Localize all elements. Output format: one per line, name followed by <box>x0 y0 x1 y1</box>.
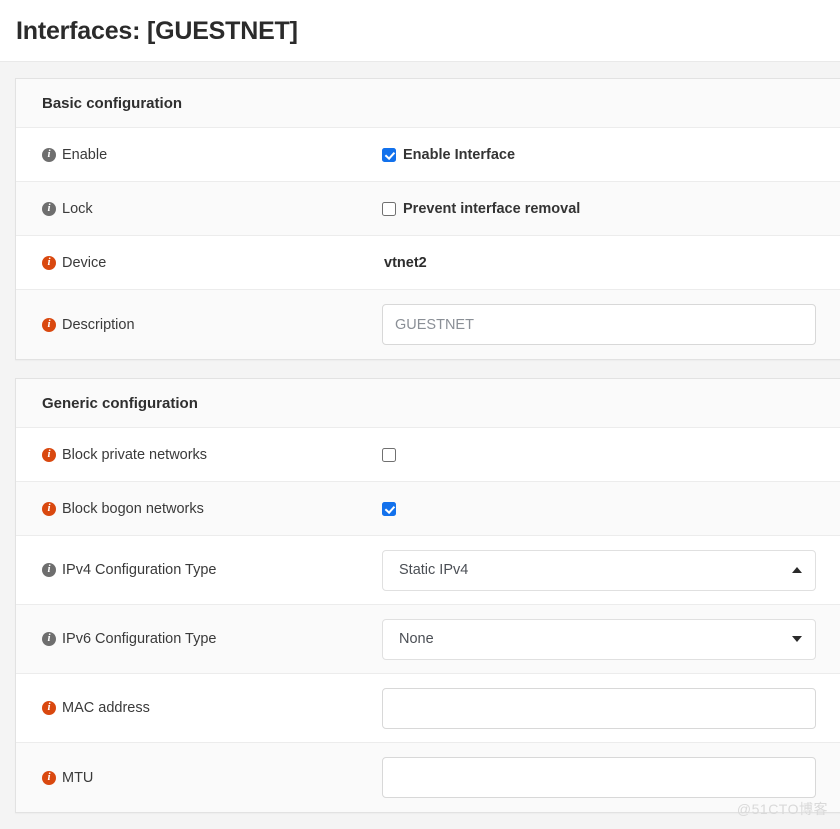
block-bogon-networks-checkbox[interactable] <box>382 501 396 516</box>
row-block-private-label-cell: i Block private networks <box>16 447 382 463</box>
ipv4-configuration-type-select[interactable]: Static IPv4 <box>382 549 816 591</box>
row-lock: i Lock Prevent interface removal <box>16 182 840 236</box>
device-value: vtnet2 <box>384 254 427 271</box>
ipv6-configuration-type-value: None <box>399 631 434 647</box>
row-ipv6-field: None <box>382 618 840 660</box>
row-ipv4-field: Static IPv4 <box>382 549 840 591</box>
info-icon[interactable]: i <box>42 632 56 646</box>
enable-interface-checkbox-wrap[interactable]: Enable Interface <box>382 147 515 163</box>
info-icon[interactable]: i <box>42 701 56 715</box>
enable-interface-checkbox[interactable] <box>382 147 396 162</box>
row-mac-address-field <box>382 687 840 729</box>
info-icon[interactable]: i <box>42 770 56 785</box>
row-description-field <box>382 304 840 345</box>
chevron-down-icon[interactable] <box>792 636 802 642</box>
row-enable-field: Enable Interface <box>382 147 840 163</box>
row-ipv4-configuration-type: i IPv4 Configuration Type Static IPv4 <box>16 536 840 605</box>
row-mtu: i MTU <box>16 743 840 812</box>
row-mac-address: i MAC address <box>16 674 840 743</box>
row-description-label-cell: i Description <box>16 317 382 333</box>
prevent-removal-checkbox[interactable] <box>382 201 396 216</box>
description-input[interactable] <box>382 304 816 345</box>
enable-interface-checkbox-label: Enable Interface <box>403 146 516 163</box>
row-lock-field: Prevent interface removal <box>382 201 840 217</box>
row-block-bogon-networks: i Block bogon networks <box>16 482 840 536</box>
page-body: Basic configuration i Enable Enable Inte… <box>0 62 840 829</box>
row-lock-label: Lock <box>62 200 93 217</box>
row-enable: i Enable Enable Interface <box>16 128 840 182</box>
row-mtu-label-cell: i MTU <box>16 770 382 786</box>
row-ipv4-label: IPv4 Configuration Type <box>62 562 217 578</box>
row-description: i Description <box>16 290 840 359</box>
row-enable-label-cell: i Enable <box>16 147 382 163</box>
page-title: Interfaces: [GUESTNET] <box>16 17 298 45</box>
chevron-up-icon[interactable] <box>792 567 802 573</box>
row-block-private-label: Block private networks <box>62 446 208 463</box>
mtu-input[interactable] <box>382 757 816 798</box>
row-block-bogon-label: Block bogon networks <box>62 500 204 517</box>
prevent-removal-checkbox-label: Prevent interface removal <box>403 200 581 217</box>
basic-configuration-header: Basic configuration <box>16 79 840 128</box>
row-mac-address-label-cell: i MAC address <box>16 700 382 716</box>
row-mac-address-label: MAC address <box>62 700 150 716</box>
row-device-field: vtnet2 <box>382 255 840 271</box>
row-mtu-label: MTU <box>62 769 94 786</box>
basic-configuration-card: Basic configuration i Enable Enable Inte… <box>15 78 840 360</box>
mac-address-input[interactable] <box>382 687 816 729</box>
info-icon[interactable]: i <box>42 147 56 162</box>
row-ipv6-label: IPv6 Configuration Type <box>62 631 217 647</box>
row-ipv6-configuration-type: i IPv6 Configuration Type None <box>16 605 840 674</box>
info-icon[interactable]: i <box>42 563 56 577</box>
block-private-networks-checkbox[interactable] <box>382 447 396 462</box>
info-icon[interactable]: i <box>42 317 56 332</box>
row-device-label: Device <box>62 254 107 271</box>
row-ipv4-label-cell: i IPv4 Configuration Type <box>16 562 382 578</box>
watermark: @51CTO博客 <box>736 801 828 817</box>
prevent-removal-checkbox-wrap[interactable]: Prevent interface removal <box>382 201 580 217</box>
row-description-label: Description <box>62 316 135 333</box>
ipv6-configuration-type-select[interactable]: None <box>382 618 816 660</box>
info-icon[interactable]: i <box>42 255 56 270</box>
page-header: Interfaces: [GUESTNET] <box>0 0 840 62</box>
row-block-private-networks: i Block private networks <box>16 428 840 482</box>
row-device: i Device vtnet2 <box>16 236 840 290</box>
row-block-bogon-field <box>382 501 840 516</box>
row-block-private-field <box>382 447 840 462</box>
row-ipv6-label-cell: i IPv6 Configuration Type <box>16 631 382 647</box>
row-lock-label-cell: i Lock <box>16 201 382 217</box>
row-mtu-field <box>382 757 840 798</box>
generic-configuration-card: Generic configuration i Block private ne… <box>15 378 840 813</box>
info-icon[interactable]: i <box>42 501 56 516</box>
generic-configuration-header: Generic configuration <box>16 379 840 428</box>
row-device-label-cell: i Device <box>16 255 382 271</box>
row-enable-label: Enable <box>62 146 108 163</box>
row-block-bogon-label-cell: i Block bogon networks <box>16 501 382 517</box>
info-icon[interactable]: i <box>42 201 56 216</box>
ipv4-configuration-type-value: Static IPv4 <box>399 562 469 578</box>
info-icon[interactable]: i <box>42 447 56 462</box>
